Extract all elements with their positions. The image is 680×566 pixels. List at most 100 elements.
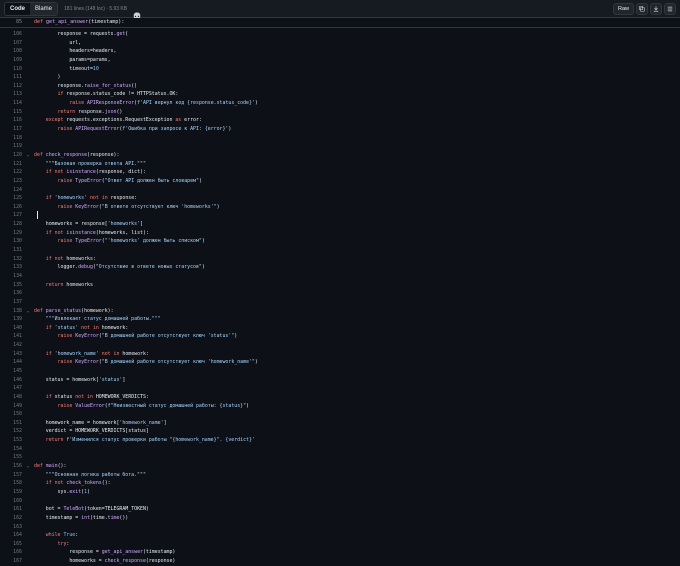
- fold-chevron-icon[interactable]: ⌄: [22, 307, 34, 316]
- code-line: 163: [0, 523, 680, 532]
- line-number[interactable]: 117: [0, 125, 22, 134]
- line-number[interactable]: 154: [0, 445, 22, 454]
- code-text: raise KeyError("В домашней работе отсутс…: [57, 359, 258, 366]
- fold-chevron-icon[interactable]: ⌄: [22, 462, 34, 471]
- line-number[interactable]: 161: [0, 505, 22, 514]
- line-number[interactable]: 128: [0, 220, 22, 229]
- code-line: 136: [0, 289, 680, 298]
- line-number[interactable]: 134: [0, 272, 22, 281]
- line-number[interactable]: 106: [0, 30, 22, 39]
- copilot-icon[interactable]: [133, 5, 141, 19]
- code-text: verdict = HOMEWORK_VERDICTS[status]: [34, 428, 149, 435]
- line-number[interactable]: 123: [0, 177, 22, 186]
- code-line: 159 sys.exit(1): [0, 488, 680, 497]
- line-number[interactable]: 140: [0, 324, 22, 333]
- line-number[interactable]: 162: [0, 514, 22, 523]
- line-number[interactable]: 145: [0, 367, 22, 376]
- line-number[interactable]: 144: [0, 358, 22, 367]
- code-line: 134: [0, 272, 680, 281]
- line-number[interactable]: 164: [0, 531, 22, 540]
- line-number[interactable]: 148: [0, 393, 22, 402]
- line-number[interactable]: 167: [0, 557, 22, 566]
- line-number[interactable]: 111: [0, 73, 22, 82]
- code-line: 113 if response.status_code != HTTPStatu…: [0, 90, 680, 99]
- line-number[interactable]: 152: [0, 427, 22, 436]
- line-number[interactable]: 114: [0, 99, 22, 108]
- sticky-scope-header[interactable]: 85 def get_api_answer(timestamp):: [0, 18, 680, 28]
- code-line: 160: [0, 497, 680, 506]
- code-text: if 'status' not in homework:: [45, 324, 129, 331]
- line-number[interactable]: 150: [0, 410, 22, 419]
- blame-tab[interactable]: Blame: [30, 2, 58, 15]
- code-line: 110 timeout=10: [0, 65, 680, 74]
- code-line: 147: [0, 384, 680, 393]
- line-number[interactable]: 112: [0, 82, 22, 91]
- line-number[interactable]: 109: [0, 56, 22, 65]
- line-number[interactable]: 130: [0, 237, 22, 246]
- fold-chevron-icon[interactable]: ⌄: [22, 151, 34, 160]
- line-number[interactable]: 131: [0, 246, 22, 255]
- code-line: 161 bot = TeleBot(token=TELEGRAM_TOKEN): [0, 505, 680, 514]
- line-number[interactable]: 121: [0, 160, 22, 169]
- code-text: raise TypeError("Ответ API должен быть с…: [57, 177, 202, 184]
- line-number[interactable]: 113: [0, 90, 22, 99]
- download-icon[interactable]: [650, 2, 662, 15]
- line-number[interactable]: 119: [0, 142, 22, 151]
- line-number[interactable]: 118: [0, 134, 22, 143]
- line-number[interactable]: 108: [0, 47, 22, 56]
- symbols-panel-icon[interactable]: [664, 2, 676, 15]
- line-number[interactable]: 139: [0, 315, 22, 324]
- line-number[interactable]: 158: [0, 479, 22, 488]
- code-text: """Базовая проверка ответа API.""": [45, 160, 146, 167]
- line-number[interactable]: 137: [0, 298, 22, 307]
- code-text: timestamp = int(time.time()): [34, 514, 129, 521]
- line-number[interactable]: 153: [0, 436, 22, 445]
- line-number[interactable]: 129: [0, 229, 22, 238]
- code-line: 150: [0, 410, 680, 419]
- line-number[interactable]: 163: [0, 523, 22, 532]
- line-number[interactable]: 157: [0, 471, 22, 480]
- raw-button[interactable]: Raw: [612, 2, 634, 15]
- code-line: 117 raise APIRequestError(f'Ошибка при з…: [0, 125, 680, 134]
- line-number[interactable]: 116: [0, 116, 22, 125]
- line-number[interactable]: 115: [0, 108, 22, 117]
- code-line: 164 while True:: [0, 531, 680, 540]
- line-number[interactable]: 120: [0, 151, 22, 160]
- view-mode-toggle: Code Blame: [4, 1, 59, 16]
- line-number[interactable]: 165: [0, 540, 22, 549]
- line-number[interactable]: 110: [0, 65, 22, 74]
- code-view[interactable]: 106 response = requests.get(107 url, 108 …: [0, 30, 680, 566]
- code-line: 158 if not check_tokens():: [0, 479, 680, 488]
- code-line: 166 response = get_api_answer(timestamp): [0, 548, 680, 557]
- line-number[interactable]: 155: [0, 453, 22, 462]
- line-number[interactable]: 166: [0, 548, 22, 557]
- line-number: 85: [15, 19, 22, 25]
- line-number[interactable]: 133: [0, 263, 22, 272]
- line-number[interactable]: 136: [0, 289, 22, 298]
- code-tab[interactable]: Code: [5, 2, 30, 15]
- code-text: except requests.exceptions.RequestExcept…: [45, 117, 202, 124]
- line-number[interactable]: 127: [0, 211, 22, 220]
- code-text: if response.status_code != HTTPStatus.OK…: [57, 91, 179, 98]
- line-number[interactable]: 156: [0, 462, 22, 471]
- line-number[interactable]: 160: [0, 497, 22, 506]
- code-line: 152 verdict = HOMEWORK_VERDICTS[status]: [0, 427, 680, 436]
- line-number[interactable]: 159: [0, 488, 22, 497]
- line-number[interactable]: 149: [0, 402, 22, 411]
- line-number[interactable]: 146: [0, 376, 22, 385]
- line-number[interactable]: 135: [0, 281, 22, 290]
- line-number[interactable]: 142: [0, 341, 22, 350]
- line-number[interactable]: 141: [0, 332, 22, 341]
- line-number[interactable]: 122: [0, 168, 22, 177]
- line-number[interactable]: 125: [0, 194, 22, 203]
- line-number[interactable]: 107: [0, 39, 22, 48]
- copy-raw-icon[interactable]: [636, 2, 648, 15]
- line-number[interactable]: 132: [0, 255, 22, 264]
- line-number[interactable]: 138: [0, 307, 22, 316]
- line-number[interactable]: 147: [0, 384, 22, 393]
- line-number[interactable]: 143: [0, 350, 22, 359]
- code-line: 146 status = homework['status']: [0, 376, 680, 385]
- line-number[interactable]: 151: [0, 419, 22, 428]
- line-number[interactable]: 126: [0, 203, 22, 212]
- line-number[interactable]: 124: [0, 186, 22, 195]
